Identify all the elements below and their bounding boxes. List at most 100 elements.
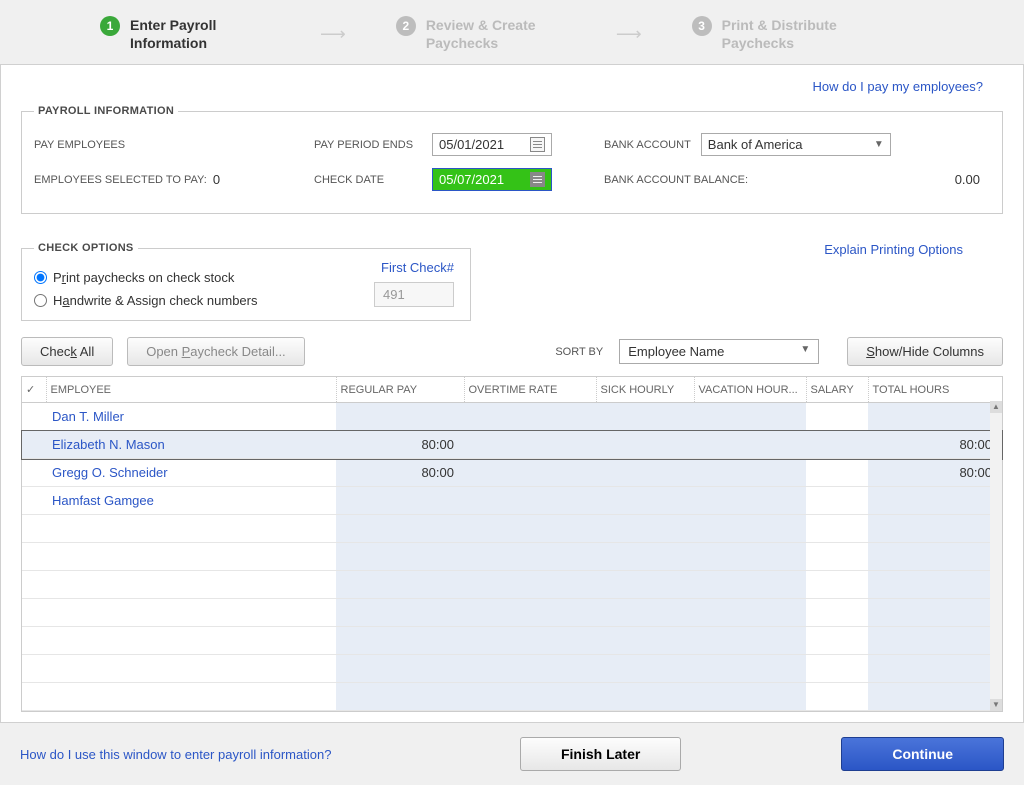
calendar-icon[interactable] [530,137,545,152]
cell-value[interactable] [336,655,464,683]
check-date-input[interactable]: 05/07/2021 [432,168,552,191]
table-cell[interactable] [596,683,694,711]
col-employee[interactable]: EMPLOYEE [46,377,336,403]
table-cell[interactable] [46,515,336,543]
col-sick-hourly[interactable]: SICK HOURLY [596,377,694,403]
scroll-up-icon[interactable]: ▲ [990,401,1002,413]
table-row[interactable]: Gregg O. Schneider80:0080:00 [22,459,1002,487]
check-all-button[interactable]: Check All [21,337,113,366]
continue-button[interactable]: Continue [841,737,1004,771]
cell-value[interactable]: 80:00 [868,431,1002,459]
print-paychecks-radio[interactable]: Print paychecks on check stock [34,270,234,285]
table-row[interactable]: Hamfast Gamgee [22,487,1002,515]
table-cell[interactable] [596,515,694,543]
table-cell[interactable] [806,627,868,655]
table-cell[interactable] [46,627,336,655]
handwrite-radio[interactable]: Handwrite & Assign check numbers [34,293,258,308]
footer-help-link[interactable]: How do I use this window to enter payrol… [20,747,331,762]
table-cell[interactable] [806,431,868,459]
calendar-icon[interactable] [530,172,545,187]
col-regular-pay[interactable]: REGULAR PAY [336,377,464,403]
table-cell[interactable] [46,571,336,599]
col-salary[interactable]: SALARY [806,377,868,403]
table-cell[interactable] [596,487,694,515]
table-cell[interactable] [694,543,806,571]
table-cell[interactable] [806,683,868,711]
table-cell[interactable] [596,599,694,627]
cell-value[interactable] [868,403,1002,431]
table-cell[interactable] [464,487,596,515]
table-cell[interactable] [22,403,46,431]
finish-later-button[interactable]: Finish Later [520,737,681,771]
cell-value[interactable] [336,599,464,627]
cell-value[interactable] [336,571,464,599]
table-cell[interactable] [694,655,806,683]
cell-value[interactable]: 80:00 [868,459,1002,487]
cell-value[interactable] [336,683,464,711]
table-cell[interactable] [46,543,336,571]
table-cell[interactable] [694,571,806,599]
table-cell[interactable] [806,543,868,571]
cell-value[interactable] [868,655,1002,683]
table-cell[interactable] [596,459,694,487]
table-cell[interactable] [22,627,46,655]
cell-value[interactable] [336,543,464,571]
employee-name-link[interactable]: Elizabeth N. Mason [46,431,336,459]
cell-value[interactable] [868,487,1002,515]
table-cell[interactable] [806,515,868,543]
table-cell[interactable] [464,655,596,683]
scroll-down-icon[interactable]: ▼ [990,699,1002,711]
table-row[interactable] [22,655,1002,683]
employee-name-link[interactable]: Gregg O. Schneider [46,459,336,487]
table-cell[interactable] [464,627,596,655]
col-total-hours[interactable]: TOTAL HOURS [868,377,1002,403]
print-paychecks-radio-input[interactable] [34,271,47,284]
table-cell[interactable] [596,431,694,459]
table-cell[interactable] [46,599,336,627]
cell-value[interactable] [868,627,1002,655]
table-cell[interactable] [596,627,694,655]
table-cell[interactable] [694,403,806,431]
table-cell[interactable] [596,655,694,683]
cell-value[interactable] [336,627,464,655]
sort-by-dropdown[interactable]: Employee Name ▼ [619,339,819,364]
table-cell[interactable] [22,459,46,487]
table-cell[interactable] [464,403,596,431]
handwrite-radio-input[interactable] [34,294,47,307]
first-check-input[interactable] [374,282,454,307]
help-link-pay-employees[interactable]: How do I pay my employees? [812,79,983,94]
table-cell[interactable] [806,459,868,487]
table-cell[interactable] [694,627,806,655]
table-cell[interactable] [806,571,868,599]
cell-value[interactable] [336,487,464,515]
table-cell[interactable] [22,683,46,711]
col-overtime-rate[interactable]: OVERTIME RATE [464,377,596,403]
show-hide-columns-button[interactable]: Show/Hide Columns [847,337,1003,366]
table-cell[interactable] [464,459,596,487]
cell-value[interactable] [868,571,1002,599]
table-row[interactable] [22,627,1002,655]
cell-value[interactable] [868,515,1002,543]
table-row[interactable] [22,571,1002,599]
table-cell[interactable] [694,459,806,487]
table-row[interactable]: Elizabeth N. Mason80:0080:00 [22,431,1002,459]
table-cell[interactable] [22,543,46,571]
table-row[interactable] [22,599,1002,627]
table-cell[interactable] [22,515,46,543]
table-row[interactable] [22,515,1002,543]
table-cell[interactable] [22,487,46,515]
table-cell[interactable] [464,543,596,571]
table-cell[interactable] [806,655,868,683]
cell-value[interactable] [868,683,1002,711]
table-cell[interactable] [694,515,806,543]
table-cell[interactable] [694,683,806,711]
cell-value[interactable] [336,515,464,543]
table-cell[interactable] [22,431,46,459]
table-cell[interactable] [46,655,336,683]
cell-value[interactable] [868,543,1002,571]
table-cell[interactable] [596,571,694,599]
table-cell[interactable] [464,683,596,711]
table-cell[interactable] [806,403,868,431]
col-vacation-hour[interactable]: VACATION HOUR... [694,377,806,403]
table-cell[interactable] [464,599,596,627]
